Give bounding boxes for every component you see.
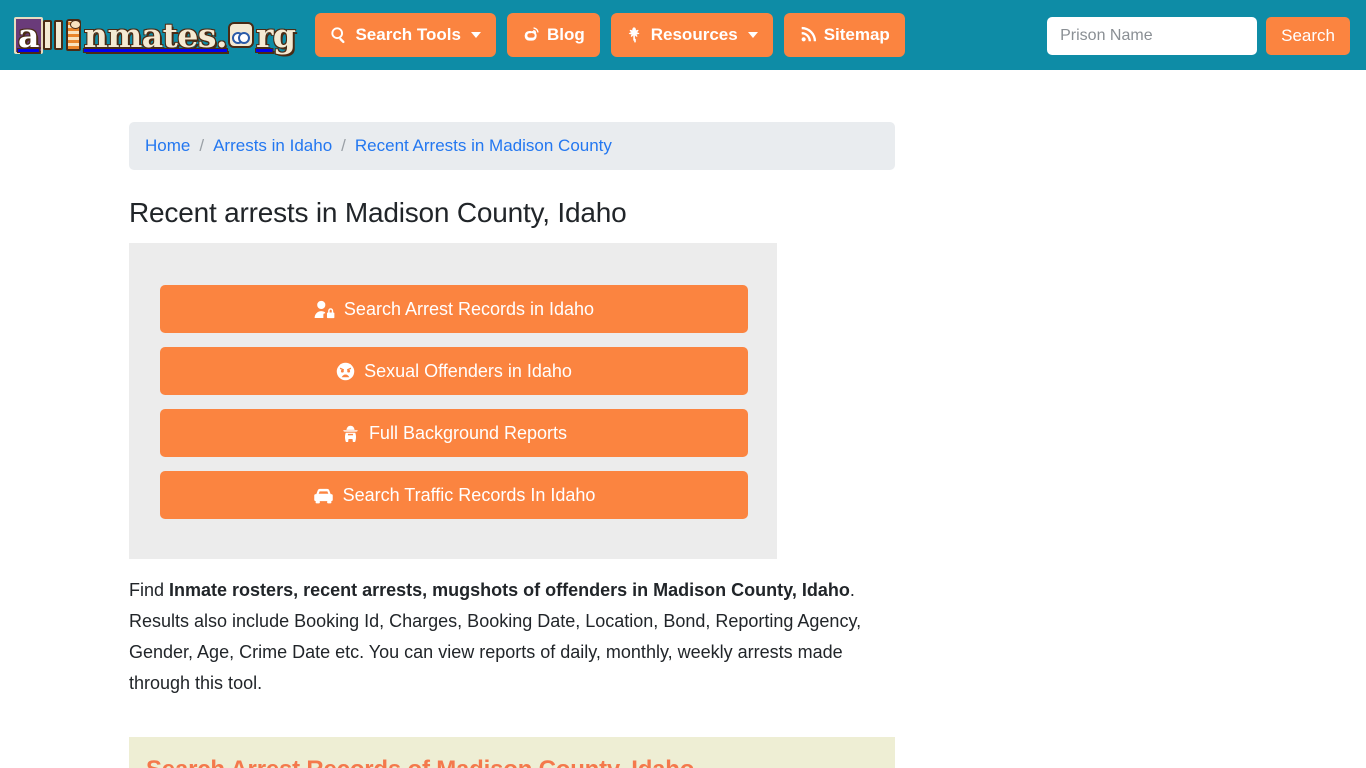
full-background-reports-label: Full Background Reports (368, 422, 568, 443)
sexual-offenders-button[interactable]: Sexual Offenders in Idaho (160, 347, 748, 395)
logo-letter-l-2 (53, 20, 63, 50)
nav-search-tools-label: Search Tools (355, 25, 461, 44)
chevron-down-icon (747, 32, 758, 38)
search-arrest-records-label: Search Arrest Records in Idaho (343, 298, 595, 319)
site-logo[interactable]: a nmates. rg (14, 13, 296, 57)
nav-resources-label: Resources (650, 25, 738, 44)
angry-face-icon (336, 362, 355, 381)
nav-resources-button[interactable]: Resources (610, 13, 773, 57)
rss-icon (799, 26, 817, 44)
breadcrumb-item-recent-arrests-madison-county[interactable]: Recent Arrests in Madison County (355, 136, 612, 156)
nav-blog-label: Blog (546, 25, 585, 44)
page-container: Home / Arrests in Idaho / Recent Arrests… (129, 70, 895, 768)
action-button-panel: Search Arrest Records in Idaho Sexual Of… (129, 243, 777, 559)
site-header: a nmates. rg Search Tools Blog Resources… (0, 0, 1366, 70)
magnifier-icon (330, 26, 348, 44)
handcuffs-icon (228, 22, 254, 48)
logo-letter-l-1 (42, 20, 52, 50)
blogger-icon (522, 26, 540, 44)
site-logo-text: a nmates. rg (14, 15, 296, 55)
nav-sitemap-button[interactable]: Sitemap (783, 13, 905, 57)
intro-paragraph: Find Inmate rosters, recent arrests, mug… (129, 575, 891, 699)
page-title: Recent arrests in Madison County, Idaho (129, 197, 627, 228)
sexual-offenders-label: Sexual Offenders in Idaho (364, 360, 572, 381)
user-secret-icon (341, 424, 360, 443)
intro-part-1: Find (129, 580, 170, 600)
header-search-group: Search (1047, 17, 1350, 55)
search-traffic-records-label: Search Traffic Records In Idaho (342, 484, 596, 505)
nav-blog-button[interactable]: Blog (506, 13, 600, 57)
nav-search-tools-button[interactable]: Search Tools (315, 13, 496, 57)
search-traffic-records-button[interactable]: Search Traffic Records In Idaho (160, 471, 748, 519)
user-lock-icon (314, 300, 335, 319)
nav-sitemap-label: Sitemap (823, 25, 890, 44)
breadcrumb: Home / Arrests in Idaho / Recent Arrests… (129, 122, 895, 170)
car-icon (313, 487, 334, 504)
breadcrumb-item-arrests-in-idaho[interactable]: Arrests in Idaho (213, 136, 332, 156)
section-heading-box: Search Arrest Records of Madison County,… (129, 737, 895, 768)
full-background-reports-button[interactable]: Full Background Reports (160, 409, 748, 457)
intro-bold: Inmate rosters, recent arrests, mugshots… (169, 580, 850, 600)
breadcrumb-separator: / (341, 136, 346, 155)
search-button[interactable]: Search (1266, 17, 1350, 55)
leaf-icon (626, 26, 644, 44)
logo-word-rg: rg (256, 15, 296, 55)
chevron-down-icon (470, 32, 481, 38)
search-input[interactable] (1047, 17, 1258, 55)
logo-word-nmates: nmates. (83, 15, 228, 55)
prisoner-icon (65, 19, 81, 51)
breadcrumb-item-home[interactable]: Home (145, 136, 190, 156)
section-heading: Search Arrest Records of Madison County,… (146, 756, 878, 768)
search-arrest-records-button[interactable]: Search Arrest Records in Idaho (160, 285, 748, 333)
logo-letter-a: a (14, 16, 43, 54)
breadcrumb-separator: / (199, 136, 205, 155)
